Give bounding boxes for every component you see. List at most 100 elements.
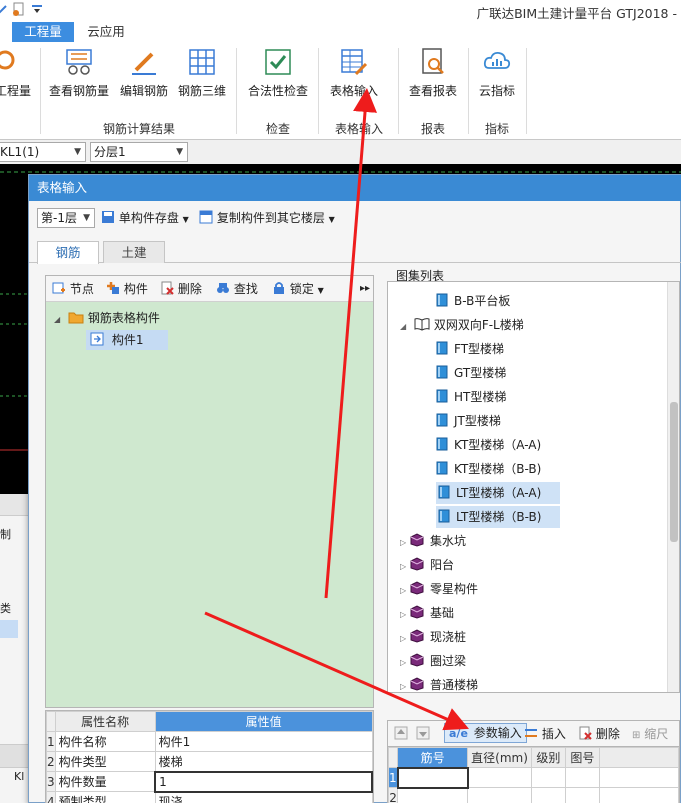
expand-down-icon[interactable]: ◢ (400, 316, 410, 338)
atlas-item-label: KT型楼梯（A-A) (454, 438, 542, 452)
add-node-button[interactable]: 节点 (52, 280, 94, 298)
atlas-folder-sump[interactable]: ▷ 集水坑 (400, 530, 466, 552)
atlas-item-kt-bb[interactable]: KT型楼梯（B-B) (436, 458, 541, 480)
rebar-cell[interactable] (397, 787, 469, 803)
expand-right-icon[interactable]: ▷ (400, 652, 410, 674)
expand-right-icon[interactable]: ▷ (400, 532, 410, 554)
view-rebar-button[interactable]: 查看钢筋量 (48, 46, 110, 99)
rebar-3d-label: 钢筋三维 (177, 84, 226, 98)
qa-dropdown-icon[interactable] (30, 2, 44, 16)
rebar-cell[interactable] (396, 766, 469, 789)
floor-select[interactable]: 第-1层 ▼ (37, 208, 95, 228)
scale-button[interactable]: ⊞ 缩尺 (632, 725, 668, 743)
header-property-value: 属性值 (154, 711, 373, 732)
table-input-button[interactable]: 表格输入 (326, 46, 382, 99)
atlas-folder-misc[interactable]: ▷ 零星构件 (400, 578, 478, 600)
lock-label: 锁定 (289, 282, 314, 296)
quantity-button[interactable]: 工程量 (0, 46, 32, 99)
atlas-item-ft[interactable]: FT型楼梯 (436, 338, 504, 360)
new-file-icon[interactable] (12, 2, 26, 16)
atlas-item-bb-slab[interactable]: B-B平台板 (436, 290, 510, 312)
atlas-folder-ring-beam[interactable]: ▷ 圈过梁 (400, 650, 466, 672)
copy-to-floor-label: 复制构件到其它楼层 (216, 211, 325, 225)
table-row: 1 (387, 766, 680, 789)
atlas-item-jt[interactable]: JT型楼梯 (436, 410, 501, 432)
row-number-header (387, 747, 399, 768)
lock-button[interactable]: 锁定 ▼ (272, 280, 324, 298)
component-tree-panel: 节点 构件 删除 查找 锁定 ▼ ▸▸ ◢ 钢筋表格构件 构件1 (45, 275, 374, 708)
legality-check-label: 合法性检查 (247, 84, 308, 98)
cloud-index-button[interactable]: 云指标 (474, 46, 520, 99)
tab-cloud-app[interactable]: 云应用 (80, 22, 132, 42)
expand-right-icon[interactable]: ▷ (400, 676, 410, 692)
rebar-cell[interactable] (564, 767, 600, 788)
overflow-icon[interactable]: ▸▸ (360, 280, 370, 298)
insert-button[interactable]: 插入 (524, 725, 566, 743)
atlas-item-lt-aa[interactable]: LT型楼梯（A-A) (436, 482, 560, 504)
property-value-editing[interactable]: 1 (154, 770, 373, 793)
atlas-folder-label: 零星构件 (430, 582, 479, 596)
rebar-cell[interactable] (467, 767, 532, 788)
scroll-thumb[interactable] (670, 402, 678, 542)
atlas-item-gt[interactable]: GT型楼梯 (436, 362, 506, 384)
magnifier-icon (0, 50, 15, 70)
rebar-cell[interactable] (467, 787, 532, 803)
book-blue-icon (438, 485, 450, 499)
tab-civil[interactable]: 土建 (103, 241, 165, 263)
view-report-button[interactable]: 查看报表 (404, 46, 462, 99)
delete-button[interactable]: 删除 (160, 280, 202, 298)
table-edit-icon (341, 49, 368, 76)
edit-rebar-button[interactable]: 编辑钢筋 (118, 46, 170, 99)
tree-root[interactable]: ◢ 钢筋表格构件 (54, 308, 160, 328)
property-value[interactable]: 构件1 (154, 731, 373, 752)
rebar-cell[interactable] (598, 767, 680, 788)
tab-quantity[interactable]: 工程量 (12, 22, 74, 42)
atlas-folder-pile[interactable]: ▷ 现浇桩 (400, 626, 466, 648)
expand-down-icon[interactable]: ◢ (54, 315, 60, 324)
header-diameter: 直径(mm) (467, 747, 532, 768)
expand-right-icon[interactable]: ▷ (400, 604, 410, 626)
atlas-item-kt-aa[interactable]: KT型楼梯（A-A) (436, 434, 541, 456)
param-input-icon: a/e (449, 727, 468, 740)
param-input-button[interactable]: a/e 参数输入 (444, 723, 527, 743)
expand-right-icon[interactable]: ▷ (400, 628, 410, 650)
atlas-item-ht[interactable]: HT型楼梯 (436, 386, 506, 408)
undo-icon[interactable] (0, 2, 10, 16)
chevron-down-icon: ▼ (317, 286, 324, 295)
report-icon (422, 48, 444, 74)
ribbon-separator (526, 48, 527, 134)
atlas-folder-stair[interactable]: ▷ 普通楼梯 (400, 674, 478, 692)
add-component-button[interactable]: 构件 (106, 280, 148, 298)
table-input-dialog: 表格输入 第-1层 ▼ 单构件存盘 ▼ 复制构件到其它楼层 ▼ 钢筋 土建 节点 (28, 174, 681, 803)
rebar-cell[interactable] (530, 787, 566, 803)
component-select[interactable]: KL1(1) ▼ (0, 142, 86, 162)
expand-right-icon[interactable]: ▷ (400, 580, 410, 602)
single-save-button[interactable]: 单构件存盘 ▼ (101, 208, 189, 228)
header-more (598, 747, 680, 768)
property-value[interactable]: 现浇 (154, 791, 373, 803)
dialog-title[interactable]: 表格输入 (29, 175, 681, 201)
property-value[interactable]: 楼梯 (154, 751, 373, 772)
rebar-cell[interactable] (598, 787, 680, 803)
move-up-icon[interactable] (394, 726, 408, 740)
rebar-cell[interactable] (564, 787, 600, 803)
atlas-folder-foundation[interactable]: ▷ 基础 (400, 602, 454, 624)
copy-to-floor-button[interactable]: 复制构件到其它楼层 ▼ (199, 208, 335, 228)
rebar-3d-button[interactable]: 钢筋三维 (176, 46, 228, 99)
layer-select[interactable]: 分层1 ▼ (90, 142, 188, 162)
atlas-scrollbar[interactable] (667, 282, 679, 692)
delete-row-button[interactable]: 删除 (578, 725, 620, 743)
move-down-icon[interactable] (416, 726, 430, 740)
expand-right-icon[interactable]: ▷ (400, 556, 410, 578)
tree-item-component1[interactable]: 构件1 (86, 330, 168, 350)
book-purple-icon (410, 557, 424, 571)
atlas-folder-double-net[interactable]: ◢ 双网双向F-L楼梯 (400, 314, 524, 336)
tab-rebar[interactable]: 钢筋 (37, 241, 99, 264)
find-button[interactable]: 查找 (216, 280, 258, 298)
atlas-folder-balcony[interactable]: ▷ 阳台 (400, 554, 454, 576)
layer-select-value: 分层1 (94, 145, 126, 159)
atlas-item-lt-bb[interactable]: LT型楼梯（B-B) (436, 506, 560, 528)
atlas-item-label: GT型楼梯 (454, 366, 507, 380)
rebar-cell[interactable] (530, 767, 566, 788)
legality-check-button[interactable]: 合法性检查 (246, 46, 310, 99)
